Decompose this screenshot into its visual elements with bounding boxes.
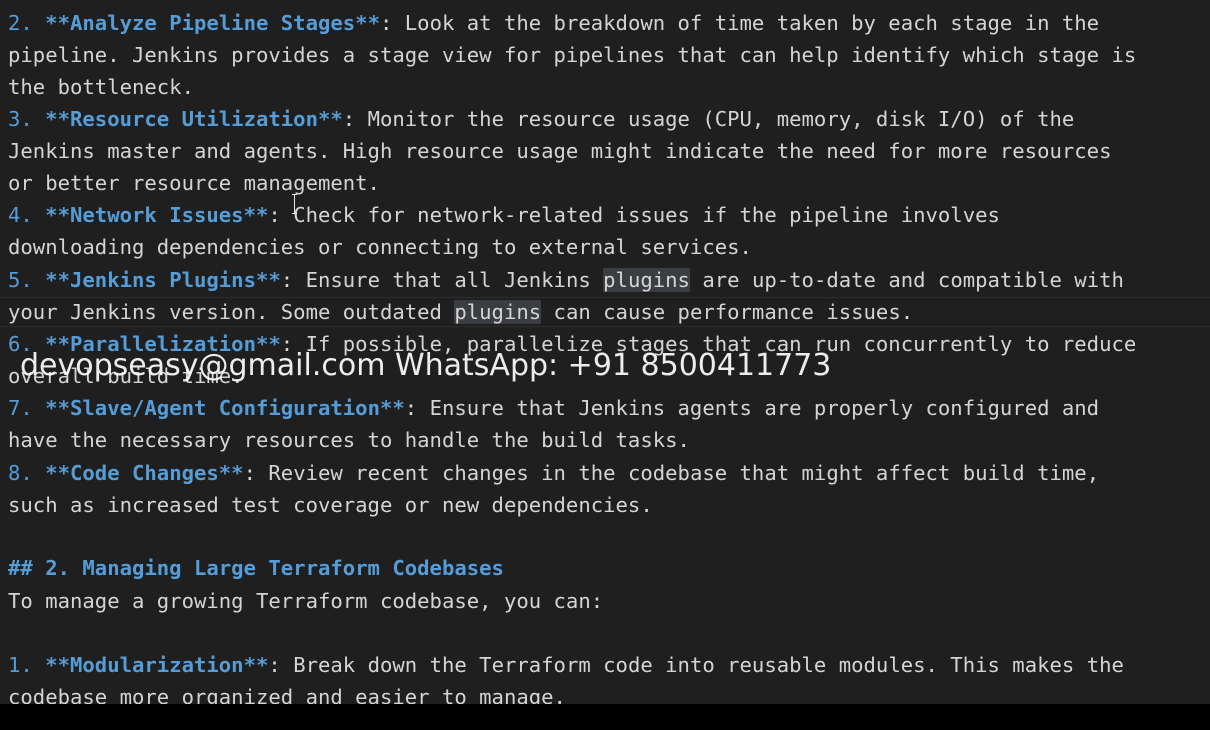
list-number: 7. xyxy=(8,396,46,420)
bold-term: **Jenkins Plugins** xyxy=(45,268,281,292)
editor-line[interactable]: 1. **Modularization**: Break down the Te… xyxy=(8,650,1124,680)
line-text: your Jenkins version. Some outdated xyxy=(8,300,455,324)
line-text: : Break down the Terraform code into reu… xyxy=(268,653,1124,677)
search-match-highlight: plugins xyxy=(454,300,542,324)
watermark-text: devopseasy@gmail.com WhatsApp: +91 85004… xyxy=(20,348,832,383)
editor-line[interactable]: Jenkins master and agents. High resource… xyxy=(8,136,1111,166)
line-text: : Ensure that all Jenkins xyxy=(280,268,604,292)
search-match-highlight: plugins xyxy=(603,268,690,292)
code-editor[interactable]: 2. **Analyze Pipeline Stages**: Look at … xyxy=(0,0,1210,704)
editor-line[interactable]: the bottleneck. xyxy=(8,72,194,102)
bold-term: **Modularization** xyxy=(45,653,269,677)
list-number: 8. xyxy=(8,461,46,485)
line-text: : Look at the breakdown of time taken by… xyxy=(379,11,1100,35)
editor-line[interactable]: have the necessary resources to handle t… xyxy=(8,425,690,455)
editor-line[interactable]: 8. **Code Changes**: Review recent chang… xyxy=(8,458,1099,488)
line-text: : Check for network-related issues if th… xyxy=(268,203,1000,227)
editor-line[interactable]: or better resource management. xyxy=(8,168,380,198)
text-cursor-ibeam-icon xyxy=(292,194,297,214)
letterbox-bar xyxy=(0,704,1210,730)
bold-term: **Network Issues** xyxy=(45,203,269,227)
editor-line[interactable]: 5. **Jenkins Plugins**: Ensure that all … xyxy=(8,265,1124,295)
editor-line[interactable]: 3. **Resource Utilization**: Monitor the… xyxy=(8,104,1074,134)
line-text: are up-to-date and compatible with xyxy=(689,268,1124,292)
list-number: 3. xyxy=(8,107,46,131)
editor-line[interactable]: codebase more organized and easier to ma… xyxy=(8,682,566,704)
editor-line[interactable]: such as increased test coverage or new d… xyxy=(8,490,653,520)
editor-line[interactable]: 7. **Slave/Agent Configuration**: Ensure… xyxy=(8,393,1099,423)
line-text: : Ensure that Jenkins agents are properl… xyxy=(404,396,1100,420)
bold-term: **Analyze Pipeline Stages** xyxy=(45,11,380,35)
bold-term: **Slave/Agent Configuration** xyxy=(45,396,405,420)
line-text: : Monitor the resource usage (CPU, memor… xyxy=(342,107,1075,131)
list-number: 4. xyxy=(8,203,46,227)
list-number: 5. xyxy=(8,268,46,292)
markdown-heading[interactable]: ## 2. Managing Large Terraform Codebases xyxy=(8,553,504,583)
editor-line[interactable]: 4. **Network Issues**: Check for network… xyxy=(8,200,1000,230)
editor-line[interactable]: To manage a growing Terraform codebase, … xyxy=(8,586,603,616)
list-number: 2. xyxy=(8,11,46,35)
list-number: 1. xyxy=(8,653,46,677)
editor-line[interactable]: pipeline. Jenkins provides a stage view … xyxy=(8,40,1136,70)
line-text: can cause performance issues. xyxy=(541,300,914,324)
editor-line-current[interactable]: your Jenkins version. Some outdated plug… xyxy=(8,297,913,327)
bold-term: **Code Changes** xyxy=(45,461,244,485)
line-text: : Review recent changes in the codebase … xyxy=(243,461,1100,485)
bold-term: **Resource Utilization** xyxy=(45,107,343,131)
editor-line[interactable]: downloading dependencies or connecting t… xyxy=(8,232,752,262)
editor-line[interactable]: 2. **Analyze Pipeline Stages**: Look at … xyxy=(8,8,1099,38)
